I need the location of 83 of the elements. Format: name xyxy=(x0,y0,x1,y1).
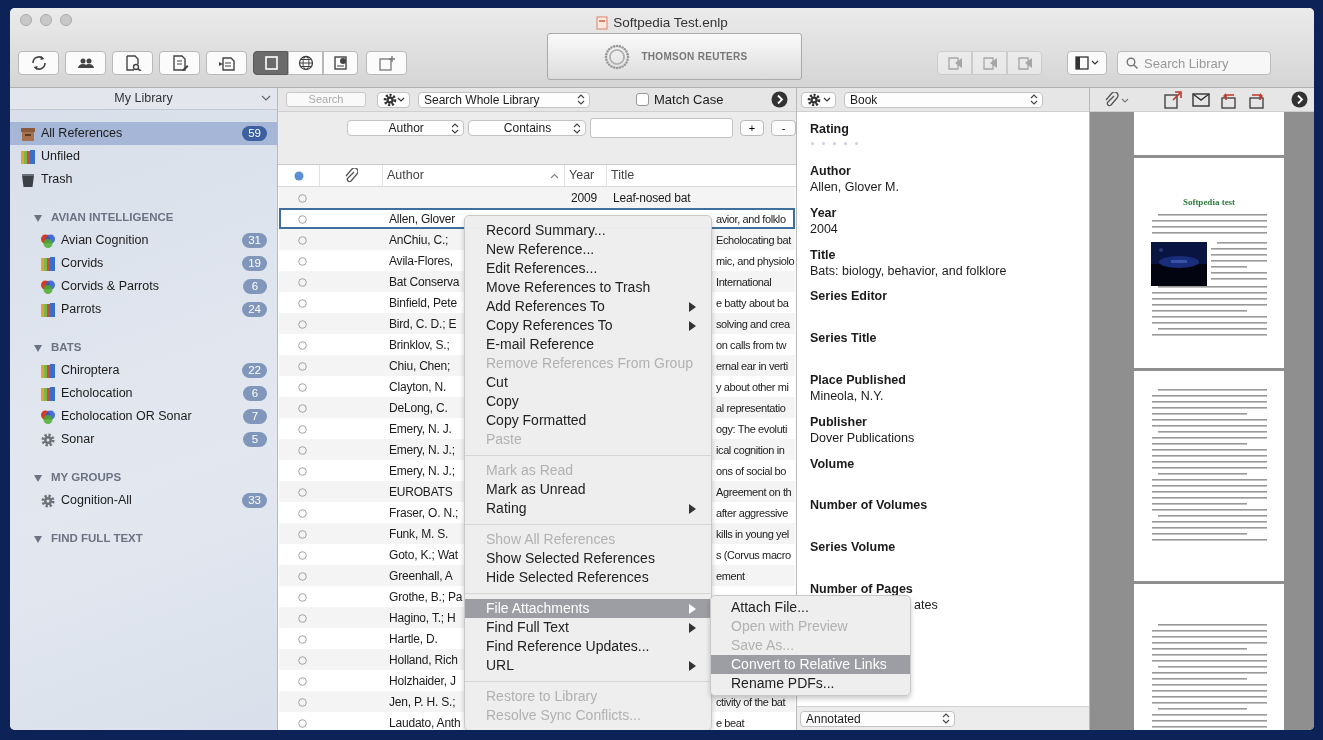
table-cell: after aggressive xyxy=(716,506,788,519)
table-cell: Bat Conserva xyxy=(389,275,460,289)
table-cell: Grothe, B.; Pa xyxy=(389,590,463,604)
field-label: Number of Pages xyxy=(810,580,913,597)
table-cell: Funk, M. S. xyxy=(389,527,449,541)
field-value: Allen, Glover M. xyxy=(810,180,899,194)
table-cell: Echolocating bat xyxy=(716,233,791,246)
field-label: Series Title xyxy=(810,330,877,347)
table-cell: Goto, K.; Wat xyxy=(389,548,458,562)
field-label: Publisher xyxy=(810,413,867,430)
table-cell: Binfield, Pete xyxy=(389,296,457,310)
logo-text: THOMSON REUTERS xyxy=(641,50,748,64)
section-header: BATS xyxy=(51,339,82,355)
table-cell: Brinklov, S.; xyxy=(389,338,450,352)
table-cell: kills in young yel xyxy=(716,527,789,540)
table-cell: Leaf-nosed bat xyxy=(613,191,691,205)
field-label: Title xyxy=(810,246,836,263)
page-heading: Softpedia test xyxy=(1182,196,1236,209)
field-value: Mineola, N.Y. xyxy=(810,389,884,403)
field-label: Volume xyxy=(810,455,855,472)
window-title: Softpedia Test.enlp xyxy=(613,13,728,32)
table-cell: Chiu, Chen; xyxy=(389,359,451,373)
table-cell: Emery, N. J. xyxy=(389,422,452,436)
checkbox-label: Match Case xyxy=(654,90,724,109)
table-cell: ical cognition in xyxy=(716,443,785,456)
table-cell: e batty about ba xyxy=(716,296,789,309)
count-badge: 7 xyxy=(243,409,267,424)
table-cell: ement xyxy=(716,569,745,582)
field-label: Series Editor xyxy=(810,288,888,305)
field-value: ates xyxy=(914,597,938,612)
table-cell: s (Corvus macro xyxy=(716,548,791,561)
table-cell: ctivity of the bat xyxy=(716,695,786,708)
table-cell: Holzhaider, J xyxy=(389,674,456,688)
table-cell: on calls from tw xyxy=(716,338,786,351)
table-cell: y about other mi xyxy=(716,380,789,393)
table-cell: Holland, Rich xyxy=(389,653,458,667)
section-header: MY GROUPS xyxy=(51,469,122,485)
field-label: Year xyxy=(810,204,837,221)
table-cell: Agreement on th xyxy=(716,485,792,498)
table-cell: EUROBATS xyxy=(389,485,453,499)
table-cell: Hagino, T.; H xyxy=(389,611,456,625)
field-label: Rating xyxy=(810,121,849,137)
table-cell: ons of social bo xyxy=(716,464,787,477)
count-badge: 59 xyxy=(242,126,267,141)
table-cell: Emery, N. J.; xyxy=(389,443,455,457)
count-badge: 6 xyxy=(243,386,267,401)
table-cell: ogy: The evoluti xyxy=(716,422,788,435)
count-badge: 19 xyxy=(242,256,267,271)
table-cell: DeLong, C. xyxy=(389,401,448,415)
table-cell: Hartle, D. xyxy=(389,632,438,646)
section-header: AVIAN INTELLIGENCE xyxy=(51,209,174,225)
field-label: Place Published xyxy=(810,372,906,388)
table-cell: Clayton, N. xyxy=(389,380,447,394)
table-cell: al representatio xyxy=(716,401,786,414)
count-badge: 22 xyxy=(242,363,267,378)
table-cell: mic, and physiolo xyxy=(716,254,795,267)
table-cell: Bird, C. D.; E xyxy=(389,317,457,331)
table-cell: Emery, N. J.; xyxy=(389,464,455,478)
field-value: Dover Publications xyxy=(810,430,915,445)
count-badge: 5 xyxy=(243,432,267,447)
table-cell: Fraser, O. N.; xyxy=(389,506,459,520)
table-cell: e beat xyxy=(716,716,745,729)
table-cell: International xyxy=(716,275,772,288)
field-label: Series Volume xyxy=(810,539,896,556)
table-cell: Avila-Flores, xyxy=(389,254,453,268)
table-cell: AnChiu, C.; xyxy=(389,233,449,247)
count-badge: 6 xyxy=(243,279,267,294)
field-value: 2004 xyxy=(810,221,838,236)
table-cell: 2009 xyxy=(571,191,597,205)
count-badge: 24 xyxy=(242,302,267,317)
table-cell: Greenhall, A xyxy=(389,569,453,583)
field-label: Author xyxy=(810,163,851,179)
table-cell: Laudato, Anth xyxy=(389,716,461,730)
count-badge: 31 xyxy=(242,233,267,248)
count-badge: 33 xyxy=(242,493,267,508)
table-cell: Allen, Glover xyxy=(389,212,456,226)
table-cell: avior, and folklo xyxy=(716,212,786,225)
table-cell: ernal ear in verti xyxy=(716,359,788,372)
field-value: Bats: biology, behavior, and folklore xyxy=(810,263,1007,278)
table-cell: solving and crea xyxy=(716,317,790,330)
section-header: FIND FULL TEXT xyxy=(51,530,143,546)
table-cell: Jen, P. H. S.; xyxy=(389,695,456,709)
field-label: Number of Volumes xyxy=(810,497,928,514)
